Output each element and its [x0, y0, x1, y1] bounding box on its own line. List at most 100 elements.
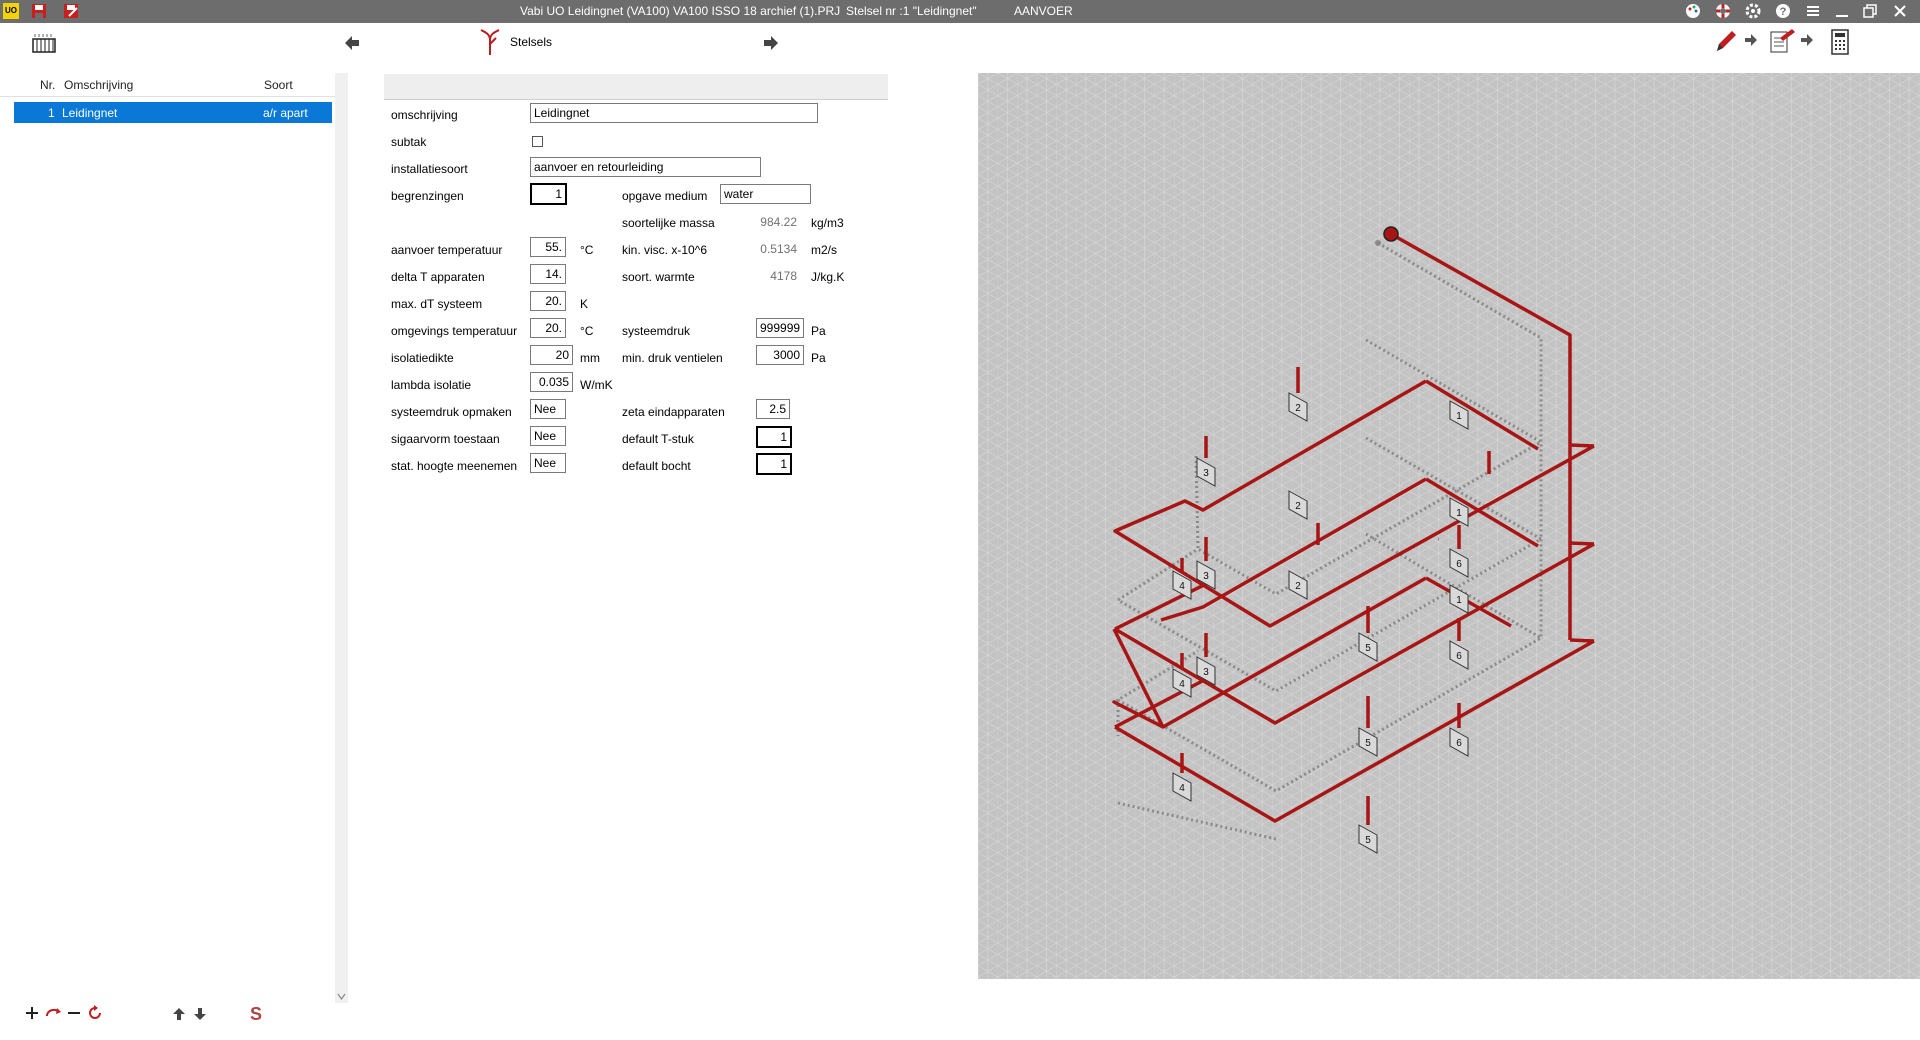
move-up-icon[interactable]: [172, 1007, 186, 1021]
opgave-medium-field[interactable]: water: [720, 184, 811, 204]
min-druk-unit: Pa: [811, 351, 826, 365]
default-tstuk-field[interactable]: 1: [756, 426, 792, 448]
isometric-drawing-canvas[interactable]: 2 1 3 2 1 3 4 6 2 1 5 3 4 6 5 4 6 5: [978, 73, 1920, 979]
window-title: Vabi UO Leidingnet (VA100) VA100 ISSO 18…: [520, 4, 841, 18]
column-header-nr[interactable]: Nr.: [40, 78, 55, 92]
terminal-tag-label: 2: [1295, 403, 1301, 414]
kin-visc-label: kin. visc. x-10^6: [622, 243, 707, 257]
terminal-tag-label: 1: [1456, 595, 1462, 606]
installatiesoort-field[interactable]: aanvoer en retourleiding: [530, 157, 761, 177]
add-icon[interactable]: [25, 1006, 39, 1020]
calculator-icon[interactable]: [1830, 29, 1850, 55]
row-omschrijving: Leidingnet: [62, 106, 118, 120]
row-nr: 1: [48, 106, 55, 120]
zeta-eindapparaten-field[interactable]: 2.5: [756, 399, 790, 419]
scroll-down-icon[interactable]: [337, 993, 346, 1000]
save-icon[interactable]: [31, 3, 47, 19]
omgevings-temperatuur-unit: °C: [580, 324, 594, 338]
palette-icon[interactable]: [1685, 3, 1701, 19]
sort-icon[interactable]: S: [247, 1004, 265, 1022]
subtak-checkbox[interactable]: [532, 136, 543, 147]
aanvoer-temperatuur-field[interactable]: 55.: [530, 237, 566, 257]
terminal-tag-label: 5: [1365, 738, 1371, 749]
terminal-tag-label: 2: [1295, 501, 1301, 512]
lambda-isolatie-field[interactable]: 0.035: [530, 372, 573, 392]
sigaarvorm-select[interactable]: Nee: [530, 426, 566, 446]
list-scrollbar[interactable]: [335, 73, 348, 1003]
report-edit-icon[interactable]: [1768, 28, 1796, 54]
list-divider: [0, 96, 345, 97]
soort-warmte-value: 4178: [770, 269, 797, 283]
insert-icon[interactable]: [45, 1006, 63, 1020]
help-icon[interactable]: ?: [1775, 3, 1791, 19]
save-as-icon[interactable]: [63, 3, 79, 19]
list-row-selected[interactable]: 1 Leidingnet a/r apart: [14, 102, 332, 123]
max-dt-label: max. dT systeem: [391, 297, 483, 311]
settings-gear-icon[interactable]: [1745, 3, 1761, 19]
source-symbol-icon[interactable]: [1383, 226, 1399, 242]
form-header: [384, 74, 888, 100]
terminal-tag-label: 4: [1179, 581, 1185, 592]
aanvoer-temperatuur-label: aanvoer temperatuur: [391, 243, 503, 257]
svg-text:S: S: [250, 1004, 262, 1022]
terminal-tag-label: 2: [1295, 581, 1301, 592]
max-dt-unit: K: [580, 297, 589, 311]
radiator-icon[interactable]: [31, 31, 57, 55]
opgave-medium-label: opgave medium: [622, 189, 708, 203]
terminal-tag-label: 1: [1456, 508, 1462, 519]
soortelijke-massa-value: 984.22: [760, 215, 797, 229]
title-bar: UO Vabi UO Leidingnet (VA100) VA100 ISSO…: [0, 0, 1920, 23]
terminal-tag-label: 6: [1456, 738, 1462, 749]
aanvoer-temperatuur-unit: °C: [580, 243, 594, 257]
systeemdruk-field[interactable]: 999999: [756, 318, 804, 338]
terminal-tag-label: 4: [1179, 679, 1185, 690]
remove-icon[interactable]: [67, 1006, 81, 1020]
row-soort: a/r apart: [263, 106, 308, 120]
column-header-soort[interactable]: Soort: [264, 78, 293, 92]
systeemdruk-unit: Pa: [811, 324, 826, 338]
terminal-tag-label: 3: [1203, 571, 1209, 582]
lifebuoy-icon[interactable]: [1715, 3, 1731, 19]
soortelijke-massa-label: soortelijke massa: [622, 216, 715, 230]
report-next-icon[interactable]: [1800, 33, 1814, 47]
terminal-tag-label: 6: [1456, 651, 1462, 662]
terminal-tag-label: 6: [1456, 559, 1462, 570]
move-down-icon[interactable]: [193, 1007, 207, 1021]
delta-t-field[interactable]: 14.: [530, 264, 566, 284]
pencil-next-icon[interactable]: [1744, 33, 1758, 47]
app-logo-icon: UO: [3, 3, 19, 19]
stelsels-icon[interactable]: [479, 28, 501, 56]
omgevings-temperatuur-label: omgevings temperatuur: [391, 324, 518, 338]
soortelijke-massa-unit: kg/m3: [811, 216, 844, 230]
pencil-icon[interactable]: [1714, 28, 1738, 54]
refresh-icon[interactable]: [87, 1005, 103, 1021]
omschrijving-label: omschrijving: [391, 108, 458, 122]
menu-icon[interactable]: [1805, 3, 1821, 19]
terminal-tag-label: 3: [1203, 468, 1209, 479]
omschrijving-field[interactable]: Leidingnet: [530, 103, 818, 123]
close-icon[interactable]: [1892, 3, 1908, 19]
default-tstuk-label: default T-stuk: [622, 432, 694, 446]
arrow-right-icon[interactable]: [762, 34, 780, 52]
mode-label: AANVOER: [1014, 4, 1073, 18]
begrenzingen-label: begrenzingen: [391, 189, 464, 203]
max-dt-field[interactable]: 20.: [530, 291, 566, 311]
stat-hoogte-select[interactable]: Nee: [530, 453, 566, 473]
svg-text:?: ?: [1780, 6, 1787, 18]
begrenzingen-field[interactable]: 1: [530, 183, 567, 205]
column-header-omschrijving[interactable]: Omschrijving: [64, 78, 133, 92]
systeemdruk-opmaken-select[interactable]: Nee: [530, 399, 566, 419]
delta-t-label: delta T apparaten: [391, 270, 485, 284]
stat-hoogte-label: stat. hoogte meenemen: [391, 459, 518, 473]
arrow-left-icon[interactable]: [343, 34, 361, 52]
isolatiedikte-field[interactable]: 20: [530, 345, 573, 365]
stelsels-label[interactable]: Stelsels: [510, 35, 552, 49]
omgevings-temperatuur-field[interactable]: 20.: [530, 318, 566, 338]
default-bocht-field[interactable]: 1: [756, 453, 792, 475]
restore-icon[interactable]: [1862, 3, 1878, 19]
terminal-tag-label: 5: [1365, 835, 1371, 846]
subtak-label: subtak: [391, 135, 427, 149]
minimize-icon[interactable]: [1834, 3, 1850, 19]
min-druk-field[interactable]: 3000: [756, 345, 804, 365]
sigaarvorm-label: sigaarvorm toestaan: [391, 432, 500, 446]
